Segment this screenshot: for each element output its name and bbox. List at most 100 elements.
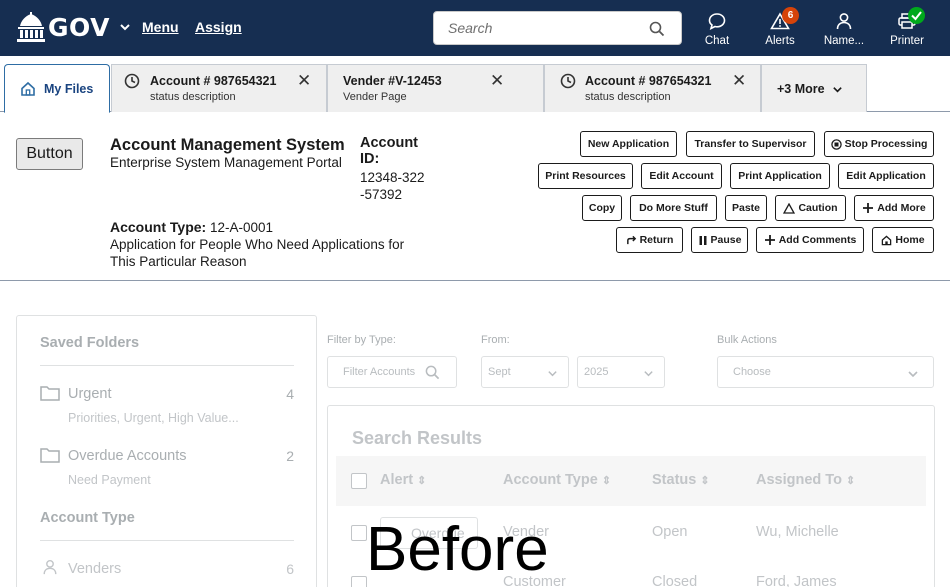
pause-icon xyxy=(699,235,707,245)
button-label: Do More Stuff xyxy=(639,202,708,214)
row-checkbox[interactable] xyxy=(351,576,367,587)
folder-description: Priorities, Urgent, High Value... xyxy=(68,411,239,425)
before-watermark: Before xyxy=(366,515,549,584)
tab-account-2[interactable]: Account # 987654321 status description ✕ xyxy=(544,64,761,112)
column-header-alert[interactable]: Alert ⇕ xyxy=(380,472,426,488)
return-button[interactable]: Return xyxy=(616,227,683,253)
folder-icon xyxy=(40,386,60,401)
caution-button[interactable]: Caution xyxy=(775,195,846,221)
plus-icon xyxy=(764,235,775,245)
new-application-button[interactable]: New Application xyxy=(580,131,677,157)
folder-name: Overdue Accounts xyxy=(68,448,187,464)
sort-icon: ⇕ xyxy=(700,475,710,487)
filter-accounts-input[interactable]: Filter Accounts xyxy=(327,356,457,388)
column-header-status[interactable]: Status ⇕ xyxy=(652,472,710,488)
account-description: Application for People Who Need Applicat… xyxy=(110,237,405,269)
assign-link[interactable]: Assign xyxy=(195,19,242,35)
print-application-button[interactable]: Print Application xyxy=(730,163,830,189)
button-label: Print Resources xyxy=(545,170,626,182)
generic-button[interactable]: Button xyxy=(16,138,83,170)
from-label: From: xyxy=(481,334,510,346)
bulk-actions-value: Choose xyxy=(733,366,771,378)
panel-divider xyxy=(40,365,294,366)
close-icon[interactable]: ✕ xyxy=(732,71,746,91)
close-icon[interactable]: ✕ xyxy=(490,71,504,91)
chevron-down-icon[interactable] xyxy=(119,21,131,33)
stop-processing-button[interactable]: Stop Processing xyxy=(824,131,934,157)
gov-logo[interactable]: GOV xyxy=(16,12,110,42)
saved-folders-panel: Saved Folders Urgent 4 Priorities, Urgen… xyxy=(16,315,317,587)
column-label: Assigned To xyxy=(756,472,842,488)
alerts-label: Alerts xyxy=(765,35,795,47)
alerts-count-badge: 6 xyxy=(782,7,799,24)
tab-more[interactable]: +3 More xyxy=(761,64,867,112)
folder-count: 2 xyxy=(286,448,294,464)
more-tabs-label: +3 More xyxy=(777,82,825,96)
home-button[interactable]: Home xyxy=(872,227,934,253)
button-label: New Application xyxy=(587,138,670,150)
button-label: Edit Application xyxy=(846,170,926,182)
chat-label: Chat xyxy=(704,35,730,47)
account-type-title: Account Type xyxy=(40,510,135,526)
edit-application-button[interactable]: Edit Application xyxy=(838,163,934,189)
sort-icon: ⇕ xyxy=(601,475,612,487)
account-id-label: Account ID: xyxy=(360,135,418,167)
filter-placeholder: Filter Accounts xyxy=(343,366,416,378)
button-label: Stop Processing xyxy=(844,138,928,150)
column-header-account-type[interactable]: Account Type ⇕ xyxy=(503,472,611,488)
tab-vender[interactable]: Vender #V-12453 Vender Page ✕ xyxy=(327,64,544,112)
printer-button[interactable]: Printer xyxy=(882,0,932,56)
paste-button[interactable]: Paste xyxy=(725,195,767,221)
search-input[interactable] xyxy=(448,20,648,36)
tab-subtitle: status description xyxy=(585,91,671,103)
tab-subtitle: Vender Page xyxy=(343,91,407,103)
month-value: Sept xyxy=(488,366,511,378)
alerts-button[interactable]: 6 Alerts xyxy=(756,0,804,56)
bulk-actions-select[interactable]: Choose xyxy=(717,356,934,388)
button-label: Print Application xyxy=(738,170,822,182)
search-icon xyxy=(425,365,440,380)
print-resources-button[interactable]: Print Resources xyxy=(538,163,633,189)
button-label: Add Comments xyxy=(778,234,857,246)
select-all-checkbox[interactable] xyxy=(351,473,367,489)
transfer-to-supervisor-button[interactable]: Transfer to Supervisor xyxy=(686,131,815,157)
column-label: Account Type xyxy=(503,472,598,488)
folder-count: 4 xyxy=(286,386,294,402)
year-select[interactable]: 2025 xyxy=(577,356,665,388)
search-box xyxy=(433,11,682,45)
cell-assigned-to: Ford, James xyxy=(756,574,837,587)
month-select[interactable]: Sept xyxy=(481,356,569,388)
tab-label: My Files xyxy=(44,82,94,96)
search-results-title: Search Results xyxy=(352,428,483,448)
column-header-assigned-to[interactable]: Assigned To ⇕ xyxy=(756,472,855,488)
button-label: Caution xyxy=(798,202,838,214)
tab-my-files[interactable]: My Files xyxy=(4,64,110,113)
row-checkbox[interactable] xyxy=(351,525,367,541)
search-icon[interactable] xyxy=(649,21,665,37)
user-name-button[interactable]: Name... xyxy=(816,0,872,56)
chevron-down-icon xyxy=(644,371,653,377)
type-name: Venders xyxy=(68,561,122,577)
edit-account-button[interactable]: Edit Account xyxy=(641,163,722,189)
pause-button[interactable]: Pause xyxy=(691,227,748,253)
checkmark-icon xyxy=(911,11,922,21)
folder-icon xyxy=(40,448,60,463)
cell-status: Open xyxy=(652,524,688,540)
add-more-button[interactable]: Add More xyxy=(854,195,934,221)
sort-icon: ⇕ xyxy=(845,475,856,487)
chat-button[interactable]: Chat xyxy=(693,0,741,56)
button-label: Transfer to Supervisor xyxy=(694,138,807,150)
cell-assigned-to: Wu, Michelle xyxy=(756,524,839,540)
clock-icon xyxy=(124,73,140,89)
do-more-stuff-button[interactable]: Do More Stuff xyxy=(630,195,717,221)
person-icon xyxy=(43,559,57,575)
cell-status: Closed xyxy=(652,574,698,587)
account-id-value: 12348-322 -57392 xyxy=(360,170,425,202)
menu-link[interactable]: Menu xyxy=(142,19,179,35)
add-comments-button[interactable]: Add Comments xyxy=(756,227,864,253)
close-icon[interactable]: ✕ xyxy=(297,71,311,91)
tab-strip: My Files Account # 987654321 status desc… xyxy=(0,56,950,113)
column-label: Status xyxy=(652,472,697,488)
tab-account-1[interactable]: Account # 987654321 status description ✕ xyxy=(111,64,327,112)
copy-button[interactable]: Copy xyxy=(582,195,622,221)
